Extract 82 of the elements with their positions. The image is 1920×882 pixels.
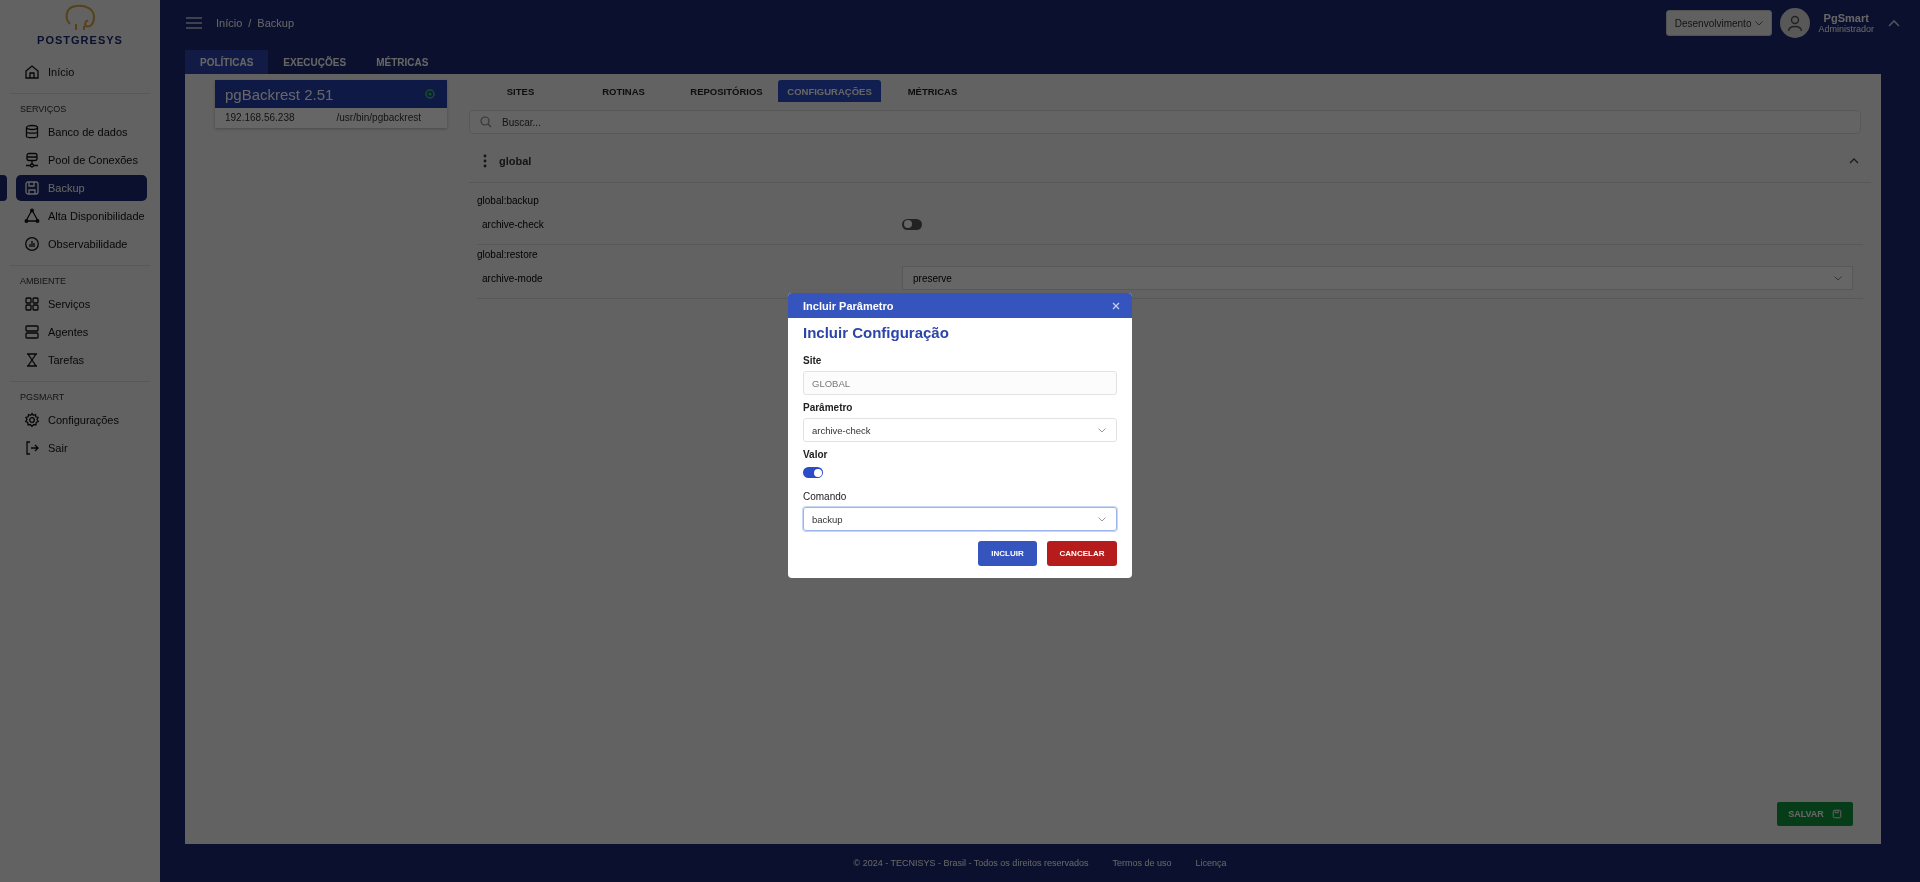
tab[interactable]: MÉTRICAS [361,50,444,74]
gear-icon [24,412,40,428]
sidebar-item[interactable]: Configurações [16,407,147,433]
chart-icon [24,236,40,252]
field-label: Site [803,355,823,366]
field-label: Valor [803,449,829,460]
section-heading: AMBIENTE [19,275,67,288]
hourglass-icon [24,352,40,368]
breadcrumb-link[interactable]: Backup [257,17,295,29]
logo-text: POSTGRESYS [37,34,123,46]
modal-heading: Incluir Configuração [803,324,950,341]
sidebar-item[interactable]: Backup [16,175,147,201]
tab[interactable]: SITES [469,80,572,102]
sidebar-item[interactable]: Agentes [16,319,147,345]
parameter-name: archive-mode [482,272,544,284]
section-heading: PGSMART [19,391,66,404]
server-title: pgBackrest 2.51 [225,85,334,103]
field-label: Comando [803,491,848,502]
close-icon[interactable] [1112,301,1120,310]
sidebar-item[interactable]: Início [16,59,147,85]
footer-link[interactable]: Licença [1195,858,1227,868]
chevron-down-icon [1098,516,1106,522]
footer-link[interactable]: Termos de uso [1112,858,1172,868]
save-button[interactable]: SALVAR [1777,802,1853,826]
accordion-header[interactable]: global [469,140,1871,183]
server-path: /usr/bin/pgbackrest [336,112,421,123]
network-icon [24,152,40,168]
chevron-down-icon [1098,427,1106,433]
sidebar-item[interactable]: Alta Disponibilidade [16,203,147,229]
server-ip: 192.168.56.238 [225,112,295,123]
select-field[interactable]: preserve [902,266,1853,290]
sidebar-item[interactable]: Banco de dados [16,119,147,145]
parameter-name: archive-check [482,218,545,230]
tab[interactable]: ROTINAS [572,80,675,102]
section-heading: SERVIÇOS [19,103,68,116]
search-input[interactable]: Buscar... [500,115,1850,129]
chevron-up-icon[interactable] [1888,19,1900,27]
tab[interactable]: MÉTRICAS [881,80,984,102]
save-icon [1831,809,1842,819]
tab[interactable]: POLÍTICAS [185,50,269,74]
modal-title: Incluir Parâmetro [803,299,894,312]
active-indicator [0,175,7,201]
environment-select[interactable]: Desenvolvimento [1665,10,1773,36]
chevron-icon[interactable] [1849,158,1859,164]
avatar-icon[interactable] [1780,8,1811,38]
select-field[interactable]: archive-check [803,418,1117,442]
database-icon [24,124,40,140]
tab[interactable]: CONFIGURAÇÕES [778,80,881,102]
group-title: global:backup [477,195,540,206]
sidebar-item[interactable]: Sair [16,435,147,461]
save-icon [24,180,40,196]
breadcrumb-link[interactable]: Início [216,17,243,29]
toggle-switch[interactable] [902,218,922,230]
search-icon [480,116,492,128]
status-icon [425,89,435,99]
submit-button[interactable]: INCLUIR [978,541,1037,566]
user-name: PgSmart [1823,12,1869,24]
grid-icon [24,296,40,312]
breadcrumb-separator: / [248,17,252,29]
sidebar-item[interactable]: Pool de Conexões [16,147,147,173]
cancel-button[interactable]: CANCELAR [1047,541,1117,566]
tab[interactable]: REPOSITÓRIOS [675,80,778,102]
logout-icon [24,440,40,456]
copyright-text: © 2024 - TECNISYS - Brasil - Todos os direitos reservados [853,858,1089,868]
sidebar-item[interactable]: Tarefas [16,347,147,373]
home-icon [24,64,40,80]
kebab-menu-icon[interactable] [483,154,487,168]
section-title: global [499,155,532,167]
select-field[interactable]: backup [803,507,1117,531]
sidebar-item[interactable]: Serviços [16,291,147,317]
server-icon [24,324,40,340]
group-title: global:restore [477,249,539,260]
search-field[interactable]: Buscar... [469,110,1861,134]
menu-icon[interactable] [186,17,202,29]
user-role: Administrador [1818,24,1874,34]
sidebar-item[interactable]: Observabilidade [16,231,147,257]
triangle-icon [24,208,40,224]
chevron-down-icon [1834,275,1842,281]
tab[interactable]: EXECUÇÕES [268,50,362,74]
chevron-down-icon [1755,20,1764,26]
field-label: Parâmetro [803,402,854,413]
toggle-switch[interactable] [803,467,823,478]
